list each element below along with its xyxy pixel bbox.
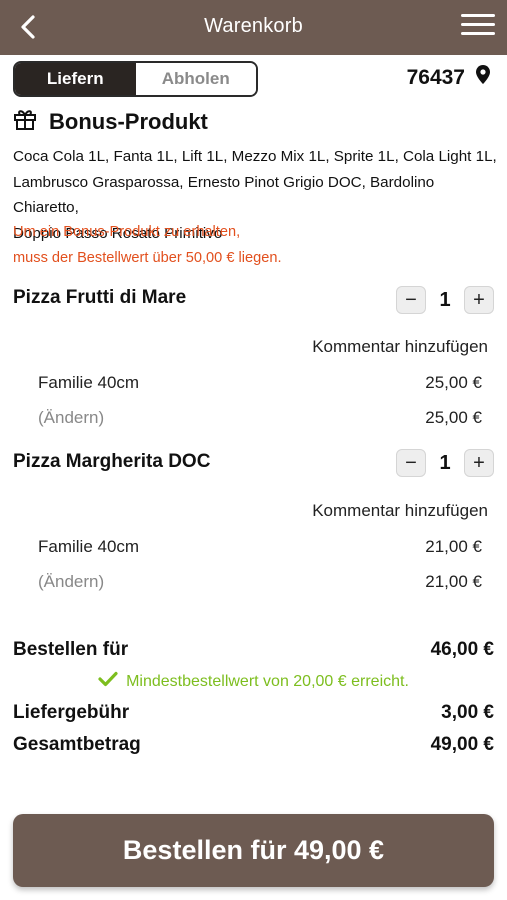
bonus-title: Bonus-Produkt <box>49 109 208 134</box>
app-header: Warenkorb <box>0 0 507 55</box>
gift-icon <box>13 108 37 136</box>
bonus-note-line: Um ein Bonus-Produkt zu erhalten, <box>13 224 241 240</box>
cart-item-name: Pizza Frutti di Mare <box>13 287 187 308</box>
item-total-price: 25,00 € <box>425 408 482 427</box>
delivery-mode-toggle: Liefern Abholen <box>13 61 258 97</box>
hamburger-menu-icon[interactable] <box>461 14 495 40</box>
increase-quantity-button[interactable]: + <box>464 449 494 477</box>
bonus-heading: Bonus-Produkt <box>13 108 208 136</box>
delivery-fee-label: Liefergebühr <box>13 702 130 723</box>
bonus-line: Coca Cola 1L, Fanta 1L, Lift 1L, Mezzo M… <box>13 148 497 165</box>
item-option-label: Familie 40cm <box>38 373 140 392</box>
item-option-price: 25,00 € <box>425 373 482 392</box>
add-comment-link[interactable]: Kommentar hinzufügen <box>312 501 488 521</box>
bonus-line: Lambrusco Grasparossa, Ernesto Pinot Gri… <box>13 173 435 217</box>
bonus-note-line: muss der Bestellwert über 50,00 € liegen… <box>13 249 282 266</box>
quantity-stepper: − 1 + <box>396 449 494 477</box>
quantity-value: 1 <box>439 288 451 311</box>
decrease-quantity-button[interactable]: − <box>396 449 426 477</box>
toggle-abholen[interactable]: Abholen <box>135 63 256 95</box>
subtotal-value: 46,00 € <box>430 639 494 660</box>
change-item-link[interactable]: (Ändern) <box>38 572 104 592</box>
bonus-requirement-note: Um ein Bonus-Produkt zu erhalten, muss d… <box>13 220 282 271</box>
map-pin-icon <box>475 64 491 91</box>
zip-code: 76437 <box>406 65 465 89</box>
subtotal-label: Bestellen für <box>13 639 129 660</box>
place-order-button[interactable]: Bestellen für 49,00 € <box>13 814 494 887</box>
item-option-price: 21,00 € <box>425 537 482 556</box>
check-icon <box>98 671 118 692</box>
decrease-quantity-button[interactable]: − <box>396 286 426 314</box>
item-option-label: Familie 40cm <box>38 537 140 556</box>
quantity-value: 1 <box>439 451 451 474</box>
delivery-location[interactable]: 76437 <box>407 64 491 91</box>
change-item-link[interactable]: (Ändern) <box>38 408 104 428</box>
add-comment-link[interactable]: Kommentar hinzufügen <box>312 337 488 357</box>
cart-item-name: Pizza Margherita DOC <box>13 451 211 472</box>
item-total-price: 21,00 € <box>425 572 482 591</box>
toggle-liefern[interactable]: Liefern <box>15 63 136 95</box>
total-label: Gesamtbetrag <box>13 734 141 755</box>
delivery-fee-value: 3,00 € <box>441 702 494 723</box>
page-title: Warenkorb <box>204 15 303 37</box>
quantity-stepper: − 1 + <box>396 286 494 314</box>
increase-quantity-button[interactable]: + <box>464 286 494 314</box>
total-value: 49,00 € <box>430 734 494 755</box>
min-order-status: Mindestbestellwert von 20,00 € erreicht. <box>0 671 507 692</box>
min-order-message: Mindestbestellwert von 20,00 € erreicht. <box>126 672 409 690</box>
